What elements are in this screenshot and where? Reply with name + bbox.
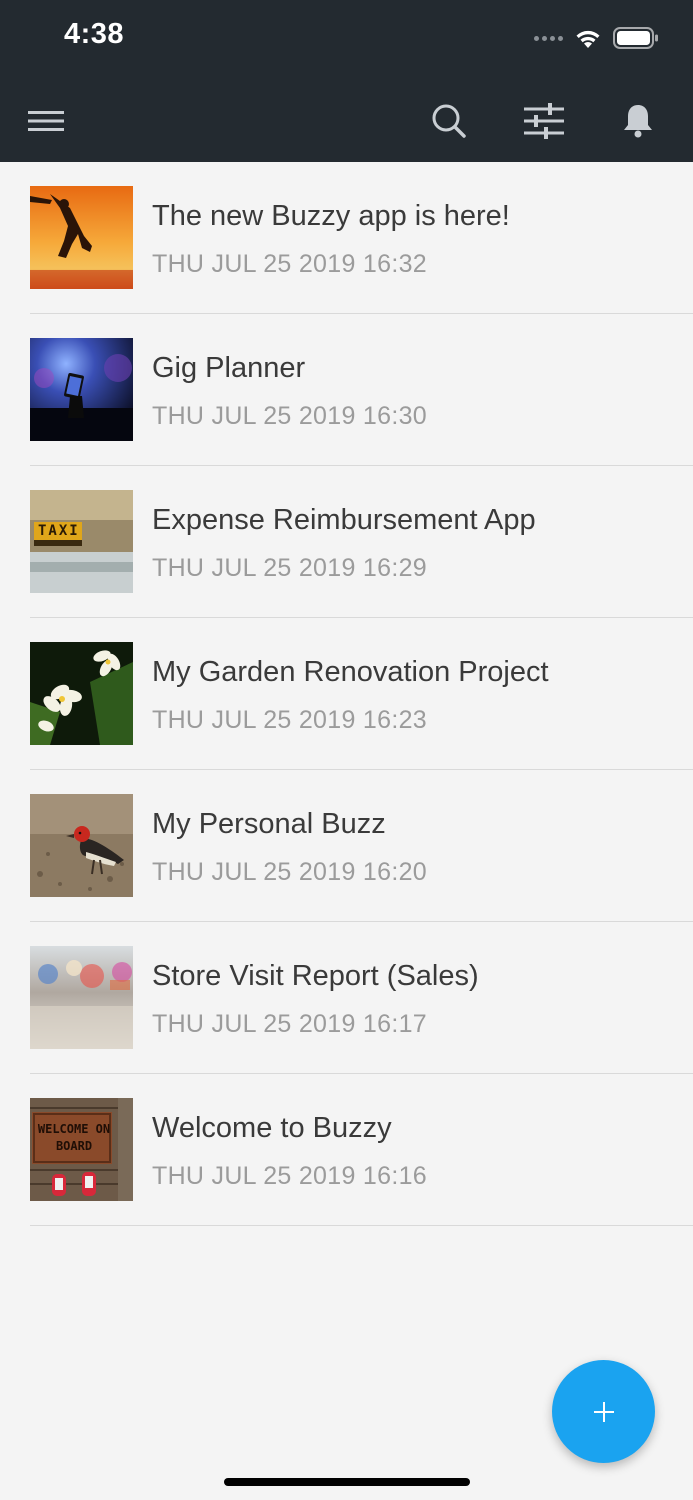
taxi-sign-photo: TAXI bbox=[30, 490, 133, 593]
woodpecker-bird-photo bbox=[30, 794, 133, 897]
item-date: THU JUL 25 2019 16:16 bbox=[152, 1162, 427, 1190]
list-item[interactable]: The new Buzzy app is here! THU JUL 25 20… bbox=[0, 162, 693, 314]
plumeria-flowers-photo bbox=[30, 642, 133, 745]
list-item[interactable]: Gig Planner THU JUL 25 2019 16:30 bbox=[0, 314, 693, 466]
concert-phone-photo bbox=[30, 338, 133, 441]
item-date: THU JUL 25 2019 16:30 bbox=[152, 402, 427, 430]
item-date: THU JUL 25 2019 16:29 bbox=[152, 554, 427, 582]
list-item[interactable]: TAXI Expense Reimbursement App THU JUL 2… bbox=[0, 466, 693, 618]
list-item[interactable]: WELCOME ON BOARD Welcome to Buzzy THU JU… bbox=[0, 1074, 693, 1226]
buzz-list: The new Buzzy app is here! THU JUL 25 20… bbox=[0, 162, 693, 1226]
wifi-icon bbox=[576, 30, 600, 48]
item-title: Welcome to Buzzy bbox=[152, 1112, 392, 1144]
status-icons bbox=[534, 24, 659, 52]
search-icon[interactable] bbox=[426, 98, 472, 144]
item-date: THU JUL 25 2019 16:32 bbox=[152, 250, 427, 278]
hamburger-menu-icon[interactable] bbox=[23, 98, 69, 144]
sunset-jump-photo bbox=[30, 186, 133, 289]
item-title: My Garden Renovation Project bbox=[152, 656, 549, 688]
item-date: THU JUL 25 2019 16:17 bbox=[152, 1010, 427, 1038]
plus-icon bbox=[593, 1401, 614, 1422]
item-title: Store Visit Report (Sales) bbox=[152, 960, 479, 992]
item-title: Expense Reimbursement App bbox=[152, 504, 536, 536]
cellular-dots-icon bbox=[534, 35, 563, 41]
home-indicator[interactable] bbox=[224, 1478, 470, 1486]
status-time: 4:38 bbox=[64, 18, 125, 50]
doormat-text: WELCOME ON BOARD bbox=[37, 1122, 111, 1153]
battery-icon bbox=[613, 27, 658, 49]
item-date: THU JUL 25 2019 16:23 bbox=[152, 706, 427, 734]
item-title: The new Buzzy app is here! bbox=[152, 200, 510, 232]
item-title: Gig Planner bbox=[152, 352, 306, 384]
add-buzz-button[interactable] bbox=[552, 1360, 655, 1463]
app-header: 4:38 bbox=[0, 0, 693, 162]
list-item[interactable]: My Personal Buzz THU JUL 25 2019 16:20 bbox=[0, 770, 693, 922]
sliders-filter-icon[interactable] bbox=[521, 98, 567, 144]
item-date: THU JUL 25 2019 16:20 bbox=[152, 858, 427, 886]
blurred-store-photo bbox=[30, 946, 133, 1049]
item-title: My Personal Buzz bbox=[152, 808, 386, 840]
welcome-doormat-photo: WELCOME ON BOARD bbox=[30, 1098, 133, 1201]
list-item[interactable]: Store Visit Report (Sales) THU JUL 25 20… bbox=[0, 922, 693, 1074]
list-item[interactable]: My Garden Renovation Project THU JUL 25 … bbox=[0, 618, 693, 770]
bell-icon[interactable] bbox=[615, 98, 661, 144]
